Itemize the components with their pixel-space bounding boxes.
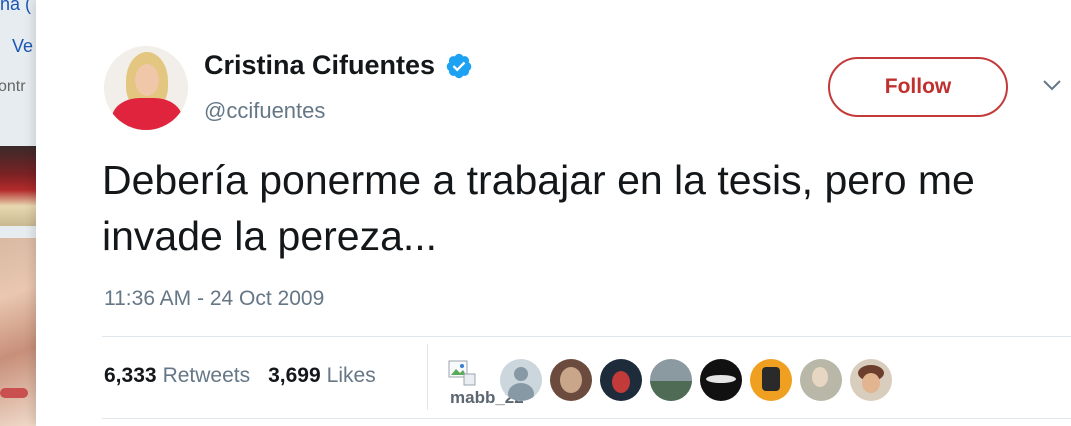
liker-avatar[interactable] — [800, 359, 842, 401]
chevron-down-icon[interactable] — [1042, 78, 1062, 92]
tweet-card: Cristina Cifuentes @ccifuentes Follow De… — [36, 0, 1071, 426]
verified-badge-icon — [446, 53, 472, 78]
tweet-stats: 6,333 Retweets 3,699 Likes — [104, 364, 394, 388]
divider — [102, 418, 1071, 419]
retweets-label: Retweets — [162, 364, 251, 387]
retweets-count: 6,333 — [104, 364, 157, 387]
liker-avatar[interactable] — [750, 359, 792, 401]
background-page: ina ( Ve ontr — [0, 0, 40, 426]
screenshot: ina ( Ve ontr Cristina Cifuentes @ccifue… — [0, 0, 1071, 426]
background-photo-detail — [0, 388, 28, 398]
background-text: ina ( — [0, 0, 32, 14]
avatar[interactable] — [104, 46, 188, 130]
background-text: ontr — [0, 78, 26, 95]
divider — [102, 336, 1071, 337]
tweet-text: Debería ponerme a trabajar en la tesis, … — [102, 157, 975, 259]
author-display-name[interactable]: Cristina Cifuentes — [204, 50, 435, 81]
follow-button[interactable]: Follow — [828, 57, 1008, 117]
author-name-row: Cristina Cifuentes — [204, 50, 473, 81]
broken-image-icon — [448, 360, 476, 386]
likers-avatars: mabb_22 — [448, 358, 898, 408]
liker-avatar[interactable] — [550, 359, 592, 401]
liker-avatar[interactable] — [600, 359, 642, 401]
liker-avatar[interactable] — [700, 359, 742, 401]
likes-label: Likes — [326, 364, 376, 387]
background-thumbnail — [0, 146, 40, 226]
liker-avatar[interactable] — [650, 359, 692, 401]
likes-count: 3,699 — [268, 364, 321, 387]
author-handle[interactable]: @ccifuentes — [204, 98, 325, 124]
liker-avatar[interactable] — [500, 359, 542, 401]
liker-avatar[interactable] — [850, 359, 892, 401]
likes-stat[interactable]: 3,699 Likes — [268, 364, 376, 388]
tweet-timestamp[interactable]: 11:36 AM - 24 Oct 2009 — [104, 287, 324, 311]
background-link[interactable]: Ve — [12, 36, 33, 57]
divider — [427, 344, 428, 410]
retweets-stat[interactable]: 6,333 Retweets — [104, 364, 250, 388]
